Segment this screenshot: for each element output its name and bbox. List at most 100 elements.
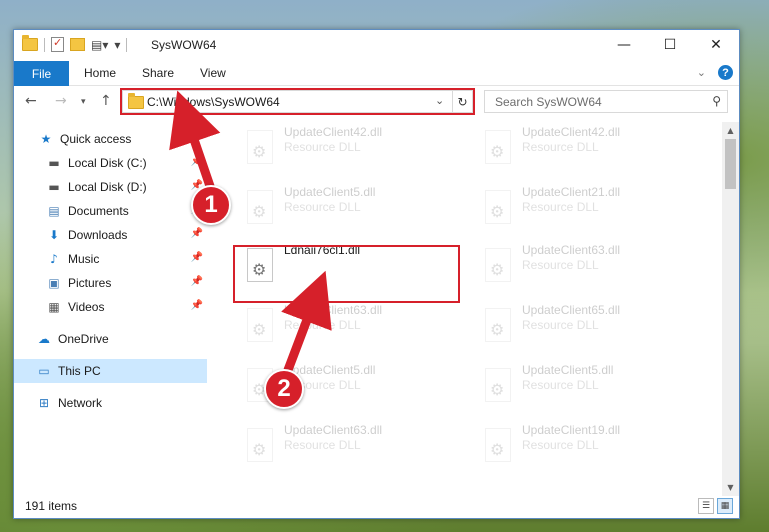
sidebar-item-onedrive[interactable]: ☁ OneDrive: [14, 327, 207, 351]
folder-icon: [22, 35, 38, 51]
list-item[interactable]: ⚙ UpdateClient42.dll Resource DLL: [475, 122, 695, 180]
file-type: Resource DLL: [284, 200, 361, 214]
search-placeholder: Search SysWOW64: [495, 95, 602, 109]
tab-share[interactable]: Share: [142, 66, 174, 80]
file-type: Resource DLL: [284, 140, 361, 154]
sidebar-item-local-disk-d[interactable]: ▬ Local Disk (D:) 📌: [14, 175, 207, 199]
sidebar-item-label: Music: [68, 252, 100, 266]
sidebar-item-label: Network: [58, 396, 103, 410]
sidebar-item-label: Documents: [68, 204, 129, 218]
file-name: UpdateClient5.dll: [284, 185, 376, 199]
file-name: UpdateClient63.dll: [284, 303, 383, 317]
sidebar-item-network[interactable]: ⊞ Network: [14, 391, 207, 415]
music-icon: ♪: [50, 252, 58, 266]
minimize-button[interactable]: —: [601, 30, 647, 59]
sidebar-item-videos[interactable]: ▦ Videos 📌: [14, 295, 207, 319]
step-2-badge: 2: [264, 369, 304, 409]
list-item[interactable]: ⚙ UpdateClient5.dll Resource DLL: [475, 360, 695, 418]
search-input[interactable]: Search SysWOW64 ⚲: [484, 90, 728, 113]
details-view-icon[interactable]: ☰: [698, 498, 714, 514]
window-controls: — ☐ ✕: [601, 30, 739, 59]
dll-file-icon: ⚙: [481, 428, 515, 466]
tab-file[interactable]: File: [14, 61, 69, 86]
back-icon[interactable]: ←: [25, 93, 37, 109]
expand-ribbon-icon[interactable]: ⌄: [697, 66, 706, 79]
sidebar-item-local-disk-c[interactable]: ▬ Local Disk (C:) 📌: [14, 151, 207, 175]
dll-file-icon: ⚙: [243, 308, 277, 346]
tab-home[interactable]: Home: [84, 66, 116, 80]
list-item[interactable]: ⚙ UpdateClient63.dll Resource DLL: [237, 420, 457, 478]
documents-icon: ▤: [48, 204, 60, 218]
forward-icon[interactable]: →: [55, 93, 67, 109]
dll-file-icon: ⚙: [481, 190, 515, 228]
list-item[interactable]: ⚙ UpdateClient42.dll Resource DLL: [237, 122, 457, 180]
sidebar-item-pictures[interactable]: ▣ Pictures 📌: [14, 271, 207, 295]
tab-view[interactable]: View: [200, 66, 226, 80]
navigation-bar: ← → ▾ ↑ C:\Windows\SysWOW64 ⌄ ↻ Search S…: [14, 86, 739, 118]
status-bar: 191 items ☰ ▦: [14, 494, 739, 518]
scroll-thumb[interactable]: [725, 139, 736, 189]
file-list: ⚙ UpdateClient42.dll Resource DLL ⚙ Upda…: [219, 122, 724, 494]
sidebar-item-documents[interactable]: ▤ Documents 📌: [14, 199, 207, 223]
sidebar-item-label: OneDrive: [58, 332, 109, 346]
drive-icon: ▬: [48, 180, 60, 194]
toolbar-dropdown-icon[interactable]: ▾: [114, 38, 120, 52]
file-explorer-window: ▤▾ ▾ SysWOW64 — ☐ ✕ File Home Share View…: [13, 29, 740, 519]
address-highlight-box: [120, 88, 475, 115]
dll-file-icon: ⚙: [481, 248, 515, 286]
list-item[interactable]: ⚙ UpdateClient21.dll Resource DLL: [475, 182, 695, 240]
drive-icon: ▬: [48, 156, 60, 170]
file-type: Resource DLL: [522, 438, 599, 452]
help-icon[interactable]: ?: [718, 65, 733, 80]
videos-icon: ▦: [48, 300, 60, 314]
dll-file-icon: ⚙: [243, 190, 277, 228]
network-icon: ⊞: [38, 396, 50, 410]
cloud-icon: ☁: [38, 332, 50, 346]
sidebar-item-label: Quick access: [60, 132, 132, 146]
maximize-button[interactable]: ☐: [647, 30, 693, 59]
dll-file-icon: ⚙: [243, 428, 277, 466]
new-folder-icon[interactable]: [70, 38, 85, 51]
pin-icon: 📌: [190, 276, 203, 287]
search-icon: ⚲: [712, 94, 721, 108]
list-item[interactable]: ⚙ UpdateClient63.dll Resource DLL: [237, 300, 457, 358]
sidebar-item-label: Pictures: [68, 276, 112, 290]
view-toggles: ☰ ▦: [698, 498, 733, 514]
sidebar-item-quick-access[interactable]: ★ Quick access: [14, 127, 207, 151]
download-icon: ⬇: [48, 228, 60, 242]
customize-toolbar-icon[interactable]: ▤▾: [91, 38, 108, 52]
properties-icon[interactable]: [51, 36, 64, 52]
toolbar-divider: [44, 37, 45, 52]
vertical-scrollbar[interactable]: ▲ ▼: [722, 122, 739, 496]
file-name: UpdateClient63.dll: [522, 243, 621, 257]
recent-locations-icon[interactable]: ▾: [81, 97, 86, 107]
pin-icon: 📌: [190, 300, 203, 311]
file-type: Resource DLL: [522, 258, 599, 272]
file-type: Resource DLL: [284, 318, 361, 332]
dll-file-icon: ⚙: [243, 130, 277, 168]
quick-access-toolbar: ▤▾ ▾: [22, 35, 128, 52]
file-name: UpdateClient42.dll: [522, 125, 621, 139]
sidebar-item-downloads[interactable]: ⬇ Downloads 📌: [14, 223, 207, 247]
ribbon-tabs: File Home Share View ⌄ ?: [14, 61, 739, 86]
list-item[interactable]: ⚙ UpdateClient5.dll Resource DLL: [237, 182, 457, 240]
sidebar-item-label: Videos: [68, 300, 105, 314]
file-type: Resource DLL: [522, 200, 599, 214]
up-icon[interactable]: ↑: [100, 93, 112, 109]
dll-file-icon: ⚙: [481, 308, 515, 346]
sidebar-item-music[interactable]: ♪ Music 📌: [14, 247, 207, 271]
scroll-up-icon[interactable]: ▲: [722, 122, 739, 139]
pictures-icon: ▣: [48, 276, 60, 290]
dll-file-icon: ⚙: [481, 368, 515, 406]
list-item[interactable]: ⚙ UpdateClient65.dll Resource DLL: [475, 300, 695, 358]
file-type: Resource DLL: [522, 140, 599, 154]
close-button[interactable]: ✕: [693, 30, 739, 59]
list-item[interactable]: ⚙ UpdateClient63.dll Resource DLL: [475, 240, 695, 298]
list-item[interactable]: ⚙ UpdateClient19.dll Resource DLL: [475, 420, 695, 478]
file-type: Resource DLL: [522, 378, 599, 392]
sidebar-item-label: Local Disk (D:): [68, 180, 147, 194]
toolbar-divider: [126, 37, 128, 52]
navigation-pane: ★ Quick access ▬ Local Disk (C:) 📌 ▬ Loc…: [14, 122, 207, 496]
sidebar-item-this-pc[interactable]: ▭ This PC: [14, 359, 207, 383]
tiles-view-icon[interactable]: ▦: [717, 498, 733, 514]
